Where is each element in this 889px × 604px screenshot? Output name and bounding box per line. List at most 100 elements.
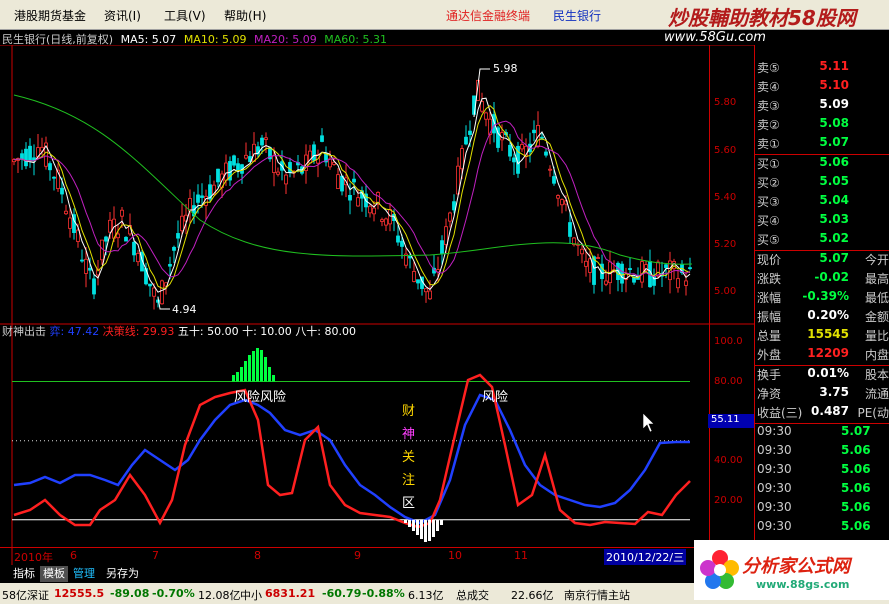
menu-tools[interactable]: 工具(V)	[164, 7, 206, 24]
risk-label-1: 风险风险	[234, 390, 286, 405]
status-sz: 深证	[27, 589, 49, 602]
buy-bar	[416, 519, 419, 535]
buy-bar	[436, 519, 439, 531]
stock-name-link[interactable]: 民生银行	[553, 7, 601, 24]
menu-bar: 港股期货基金 资讯(I) 工具(V) 帮助(H) 通达信金融终端 民生银行 炒股…	[0, 0, 889, 30]
candle-body	[596, 257, 600, 259]
candle-body	[396, 235, 400, 243]
candle-body	[272, 155, 276, 173]
candle-body	[200, 195, 204, 198]
current-value-marker: 55.11	[708, 414, 754, 428]
menu-info[interactable]: 资讯(I)	[104, 7, 141, 24]
stat-5-extra: 内盘	[864, 348, 889, 362]
indicator-ten: 十: 10.00	[242, 324, 295, 338]
candle-body	[136, 252, 140, 263]
tick-row: 09:30 5.06	[757, 519, 889, 538]
date-2010: 2010年	[14, 551, 53, 564]
candle-body	[172, 246, 176, 251]
tab-indicator[interactable]: 指标	[10, 566, 38, 582]
date-axis: 2010年 6 7 8 9 10 11 2010/12/22/三	[0, 547, 709, 565]
candle-body	[384, 218, 388, 226]
tick-price: 5.06	[841, 443, 871, 457]
candle-body	[168, 263, 172, 267]
status-server[interactable]: 南京行情主站	[564, 587, 630, 603]
axis-40: 40.00	[714, 455, 743, 466]
low-marker	[157, 296, 170, 310]
stat-4: 总量 15545 量比	[757, 327, 889, 346]
focus-zone-char: 神	[402, 427, 415, 442]
candle-body	[372, 207, 376, 215]
tick-row: 09:30 5.06	[757, 462, 889, 481]
stat-2-label: 涨幅	[757, 291, 782, 305]
bid-5-label: 买⑤	[757, 233, 780, 247]
candle-body	[320, 135, 324, 142]
status-sz-index: 12555.5	[54, 587, 105, 600]
risk-bar	[256, 348, 259, 382]
broker-link[interactable]: 通达信金融终端	[446, 7, 530, 24]
bid-4-value: 5.03	[819, 212, 849, 226]
indicator-fifty: 五十: 50.00	[178, 324, 242, 338]
candle-body	[484, 112, 488, 120]
menu-hk-futures[interactable]: 港股期货基金	[14, 7, 86, 24]
candle-body	[116, 233, 120, 239]
candle-body	[684, 280, 688, 286]
buy-bar	[440, 519, 443, 525]
stat-3-label: 振幅	[757, 310, 782, 324]
chart-canvas[interactable]: 5.98 4.94 财神出击 弈: 47.42 决策线: 29.93 五十: 50.…	[0, 45, 754, 565]
candle-body	[88, 267, 92, 271]
stat-1-value: -0.02	[814, 270, 849, 284]
stat-4-extra: 量比	[864, 329, 889, 343]
candle-body	[124, 236, 128, 242]
date-6: 6	[70, 549, 77, 562]
ask-4-value: 5.10	[819, 78, 849, 92]
risk-bar	[252, 351, 255, 382]
candle-body	[160, 280, 164, 305]
risk-bar	[244, 361, 247, 382]
ask-2-label: 卖②	[757, 118, 780, 132]
tick-row: 09:30 5.06	[757, 500, 889, 519]
candle-body	[448, 212, 452, 222]
axis-5-60: 5.60	[714, 145, 737, 156]
tick-price: 5.06	[841, 462, 871, 476]
tick-time: 09:30	[757, 519, 792, 533]
tab-save-as[interactable]: 另存为	[103, 566, 142, 582]
date-11: 11	[514, 549, 528, 562]
axis-5-80: 5.80	[714, 97, 737, 108]
candle-body	[424, 288, 428, 293]
candle-body	[104, 236, 108, 242]
candle-body	[244, 154, 248, 159]
bid-1: 买① 5.06	[757, 155, 889, 174]
candle-body	[656, 261, 660, 277]
candle-body	[512, 157, 516, 163]
axis-5-00: 5.00	[714, 286, 737, 297]
stat-1-extra: 最高	[864, 272, 889, 286]
date-10: 10	[448, 549, 462, 562]
candle-body	[444, 226, 448, 245]
risk-bar	[240, 367, 243, 382]
stat-4-value: 15545	[807, 327, 849, 341]
candle-body	[80, 259, 84, 262]
stat-1-label: 涨跌	[757, 272, 782, 286]
candle-body	[252, 143, 256, 162]
watermark-text: 分析家公式网	[742, 556, 850, 577]
candle-body	[352, 178, 356, 183]
tab-manage[interactable]: 管理	[70, 566, 98, 582]
bid-1-label: 买①	[757, 157, 780, 171]
site-url: www.58Gu.com	[664, 30, 766, 45]
candle-body	[24, 148, 28, 167]
kline-info: 民生银行(日线,前复权) MA5: 5.07 MA10: 5.09 MA20: …	[2, 31, 391, 46]
menu-help[interactable]: 帮助(H)	[224, 7, 266, 24]
candle-body	[440, 240, 444, 254]
candle-body	[132, 241, 136, 256]
candle-body	[412, 271, 416, 282]
candle-body	[68, 217, 72, 229]
tick-time: 09:30	[757, 443, 792, 457]
focus-zone-char: 注	[402, 473, 415, 488]
candle-body	[380, 219, 384, 222]
stat2-1: 净资 3.75 流通	[757, 385, 889, 404]
candle-body	[664, 264, 668, 269]
tab-template[interactable]: 模板	[40, 566, 68, 582]
buy-bar	[424, 519, 427, 542]
stat-0-value: 5.07	[819, 251, 849, 265]
candle-body	[260, 137, 264, 146]
